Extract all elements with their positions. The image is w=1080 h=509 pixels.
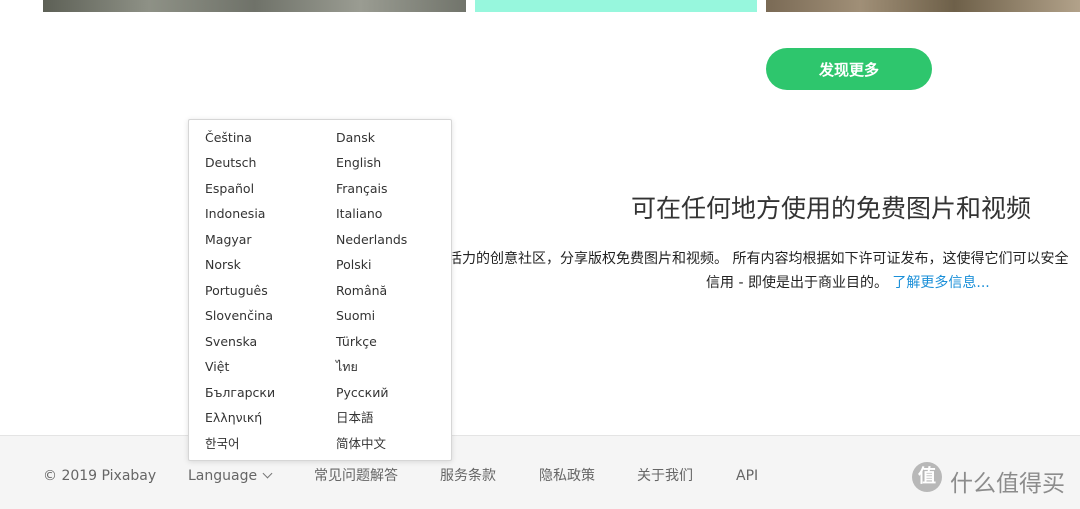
footer-link-faq[interactable]: 常见问题解答 bbox=[314, 467, 398, 485]
language-option[interactable]: Български bbox=[205, 385, 275, 401]
description-line-2-text: 信用 - 即使是出于商业目的。 bbox=[706, 275, 888, 291]
footer-copyright: © 2019 Pixabay bbox=[43, 468, 157, 484]
language-option[interactable]: Español bbox=[205, 181, 254, 197]
footer-language-selector[interactable]: Language bbox=[188, 467, 273, 485]
watermark-text: 什么值得买 bbox=[950, 471, 1065, 497]
language-option[interactable]: 简体中文 bbox=[336, 436, 386, 452]
language-option[interactable]: Deutsch bbox=[205, 155, 256, 171]
language-option[interactable]: Nederlands bbox=[336, 232, 407, 248]
language-option[interactable]: Português bbox=[205, 283, 268, 299]
footer-link-terms[interactable]: 服务条款 bbox=[440, 467, 496, 485]
language-option[interactable]: Türkçe bbox=[336, 334, 377, 350]
image-thumbnail-middle[interactable] bbox=[475, 0, 757, 12]
description-line-1: 活力的创意社区，分享版权免费图片和视频。 所有内容均根据如下许可证发布，这使得它… bbox=[448, 251, 1069, 267]
language-option[interactable]: Việt bbox=[205, 359, 229, 375]
footer-language-label: Language bbox=[188, 468, 258, 484]
image-thumbnail-left[interactable] bbox=[43, 0, 466, 12]
page-tagline: 可在任何地方使用的免费图片和视频 bbox=[631, 194, 1032, 223]
footer-link-about[interactable]: 关于我们 bbox=[637, 467, 693, 485]
description-line-2: 信用 - 即使是出于商业目的。 了解更多信息... bbox=[706, 272, 990, 292]
discover-more-button[interactable]: 发现更多 bbox=[766, 48, 932, 90]
language-option[interactable]: 日本語 bbox=[336, 410, 374, 426]
learn-more-link[interactable]: 了解更多信息... bbox=[892, 275, 989, 291]
language-option[interactable]: Indonesia bbox=[205, 206, 265, 222]
language-option[interactable]: 한국어 bbox=[205, 436, 240, 452]
language-option[interactable]: Slovenčina bbox=[205, 308, 273, 324]
language-option[interactable]: Norsk bbox=[205, 257, 241, 273]
language-option[interactable]: Svenska bbox=[205, 334, 257, 350]
language-dropdown-menu: Čeština Dansk Deutsch English Español Fr… bbox=[188, 119, 452, 461]
language-option[interactable]: Polski bbox=[336, 257, 371, 273]
language-option[interactable]: Suomi bbox=[336, 308, 375, 324]
language-option[interactable]: Magyar bbox=[205, 232, 252, 248]
language-option[interactable]: Dansk bbox=[336, 130, 375, 146]
chevron-down-icon bbox=[262, 468, 273, 479]
language-option[interactable]: English bbox=[336, 155, 381, 171]
footer-link-privacy[interactable]: 隐私政策 bbox=[539, 467, 595, 485]
watermark-logo-icon: 值 bbox=[912, 462, 942, 492]
footer-link-api[interactable]: API bbox=[736, 467, 758, 485]
language-option[interactable]: Čeština bbox=[205, 130, 252, 146]
language-option[interactable]: Română bbox=[336, 283, 387, 299]
language-option[interactable]: Italiano bbox=[336, 206, 382, 222]
image-thumbnail-right[interactable] bbox=[766, 0, 1080, 12]
language-option[interactable]: ไทย bbox=[336, 359, 358, 375]
language-option[interactable]: Ελληνική bbox=[205, 410, 262, 426]
language-option[interactable]: Français bbox=[336, 181, 388, 197]
language-option[interactable]: Русский bbox=[336, 385, 388, 401]
